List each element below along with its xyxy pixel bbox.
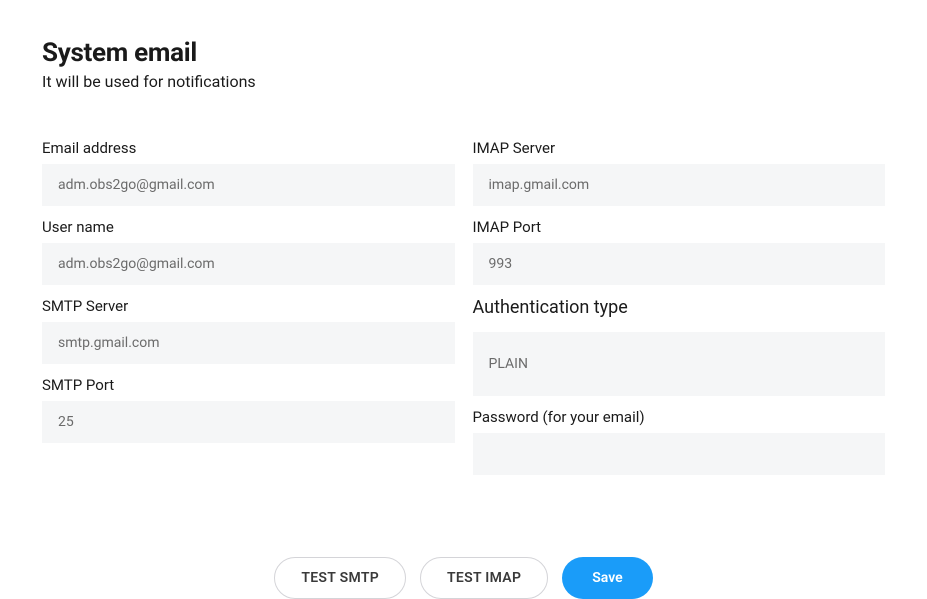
auth-type-input[interactable] <box>473 332 886 396</box>
test-smtp-button[interactable]: TEST SMTP <box>274 557 406 599</box>
imap-server-field-group: IMAP Server <box>473 139 886 206</box>
right-column: IMAP Server IMAP Port Authentication typ… <box>473 139 886 487</box>
password-input[interactable] <box>473 433 886 475</box>
imap-port-label: IMAP Port <box>473 218 886 236</box>
email-input[interactable] <box>42 164 455 206</box>
smtp-server-field-group: SMTP Server <box>42 297 455 364</box>
email-label: Email address <box>42 139 455 157</box>
smtp-port-input[interactable] <box>42 401 455 443</box>
save-button[interactable]: Save <box>562 557 652 599</box>
imap-server-label: IMAP Server <box>473 139 886 157</box>
imap-port-field-group: IMAP Port <box>473 218 886 285</box>
username-input[interactable] <box>42 243 455 285</box>
password-label: Password (for your email) <box>473 408 886 426</box>
imap-server-input[interactable] <box>473 164 886 206</box>
smtp-port-label: SMTP Port <box>42 376 455 394</box>
action-buttons: TEST SMTP TEST IMAP Save <box>42 557 885 599</box>
page-subtitle: It will be used for notifications <box>42 72 885 91</box>
smtp-server-input[interactable] <box>42 322 455 364</box>
test-imap-button[interactable]: TEST IMAP <box>420 557 548 599</box>
email-field-group: Email address <box>42 139 455 206</box>
auth-type-label: Authentication type <box>473 297 886 318</box>
smtp-port-field-group: SMTP Port <box>42 376 455 443</box>
page-title: System email <box>42 38 885 68</box>
username-field-group: User name <box>42 218 455 285</box>
auth-type-field-group: Authentication type <box>473 297 886 396</box>
imap-port-input[interactable] <box>473 243 886 285</box>
left-column: Email address User name SMTP Server SMTP… <box>42 139 455 487</box>
form-columns: Email address User name SMTP Server SMTP… <box>42 139 885 487</box>
smtp-server-label: SMTP Server <box>42 297 455 315</box>
username-label: User name <box>42 218 455 236</box>
password-field-group: Password (for your email) <box>473 408 886 475</box>
